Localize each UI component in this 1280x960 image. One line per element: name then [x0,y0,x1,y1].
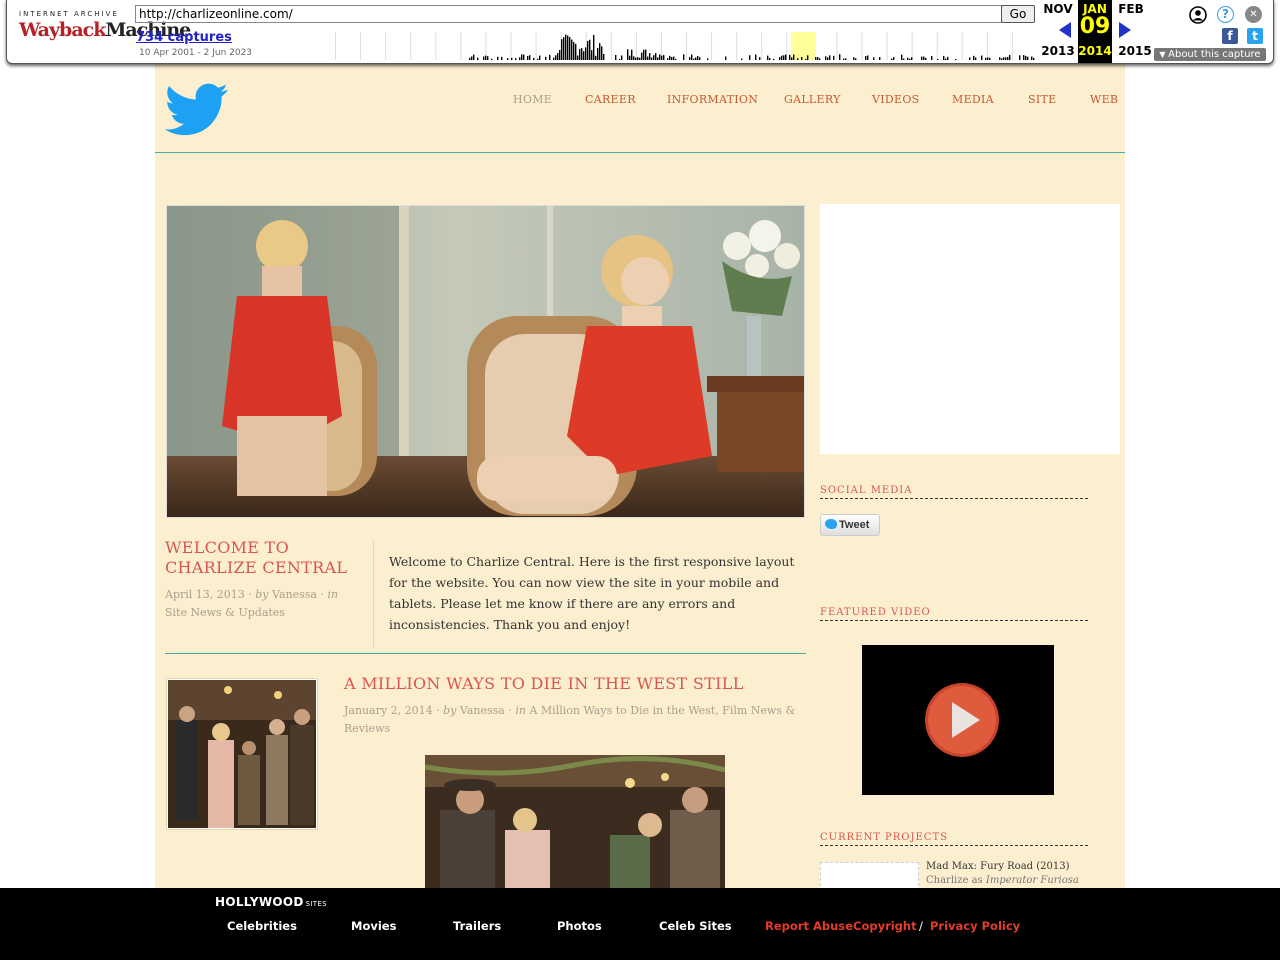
project-poster[interactable] [820,862,919,891]
wayback-capture-sparkline[interactable] [335,32,1037,60]
featured-post-body: Welcome to Charlize Central. Here is the… [389,554,795,632]
tweet-label: Tweet [839,519,870,531]
wayback-logo-wordmark: WaybackMachine [19,19,191,41]
site-page: HOME CAREER INFORMATION GALLERY VIDEOS M… [155,63,1125,891]
second-post-title[interactable]: A MILLION WAYS TO DIE IN THE WEST STILL [344,674,804,694]
nav-videos[interactable]: VIDEOS [872,93,920,106]
wayback-toolbar: INTERNET ARCHIVE WaybackMachine http://c… [6,0,1274,64]
project-role: Charlize as Imperator Furiosa [926,875,1079,886]
hero-photo[interactable] [166,205,805,518]
second-post-author[interactable]: Vanessa [460,704,505,717]
nav-site[interactable]: SITE [1028,93,1056,106]
post-column-divider [373,540,374,648]
wayback-captures-link[interactable]: 734 captures [136,30,232,45]
project-title[interactable]: Mad Max: Fury Road (2013) [926,861,1070,872]
wayback-next-year[interactable]: 2015 [1115,44,1155,58]
second-post-meta: January 2, 2014 · by Vanessa · in A Mill… [344,704,796,735]
wayback-prev-year[interactable]: 2013 [1038,44,1078,58]
current-projects-heading: CURRENT PROJECTS [820,832,1088,846]
post-thumbnail[interactable] [166,678,318,830]
footer-link-report-abuse[interactable]: Report Abuse [765,919,853,933]
wayback-url-input[interactable]: http://charlizeonline.com/ [135,5,1002,23]
post-divider [165,653,806,654]
close-icon[interactable]: ✕ [1245,6,1262,23]
nav-gallery[interactable]: GALLERY [784,93,841,106]
about-capture-label: About this capture [1168,49,1261,60]
featured-post-title[interactable]: WELCOME TO CHARLIZE CENTRAL [165,538,355,578]
chevron-down-icon: ▼ [1159,50,1169,59]
wayback-current-capture: JAN 09 2014 [1078,0,1112,63]
nav-home[interactable]: HOME [513,93,552,106]
footer-separator: / [919,919,923,933]
nav-career[interactable]: CAREER [585,93,636,106]
wayback-prev-month[interactable]: NOV [1038,2,1078,16]
tweet-button[interactable]: Tweet [820,514,880,536]
featured-post-meta: April 13, 2013 · by Vanessa · in Site Ne… [165,588,339,619]
about-capture-button[interactable]: ▼ About this capture [1154,48,1266,61]
wayback-logo[interactable]: INTERNET ARCHIVE WaybackMachine [19,10,191,50]
nav-web[interactable]: WEB [1090,93,1118,106]
play-icon[interactable] [924,682,1000,758]
footer-link-photos[interactable]: Photos [557,919,602,933]
second-post-date[interactable]: January 2, 2014 [344,704,433,717]
nav-information[interactable]: INFORMATION [667,93,758,106]
hollywood-sites-bar: HOLLYWOOD SITES Celebrities Movies Traile… [0,888,1280,960]
wayback-current-day: 09 [1079,14,1111,39]
footer-link-privacy[interactable]: Privacy Policy [930,919,1020,933]
wayback-go-button[interactable]: Go [1001,5,1035,23]
wayback-current-year: 2014 [1078,44,1112,58]
second-post-photo[interactable] [425,755,725,888]
twitter-share-icon[interactable]: t [1247,28,1263,44]
featured-post-category[interactable]: Site News & Updates [165,606,285,619]
wayback-logo-top: INTERNET ARCHIVE [19,10,119,18]
footer-link-trailers[interactable]: Trailers [453,919,501,933]
twitter-bird-logo-icon[interactable] [164,83,230,139]
featured-post-author[interactable]: Vanessa [272,588,317,601]
featured-video-heading: FEATURED VIDEO [820,607,1088,621]
wayback-date-span: 10 Apr 2001 - 2 Jun 2023 [139,48,253,58]
featured-post-date[interactable]: April 13, 2013 [165,588,245,601]
user-account-icon[interactable] [1189,6,1207,24]
footer-link-movies[interactable]: Movies [351,919,396,933]
header-divider [155,152,1125,153]
ad-slot[interactable] [820,204,1120,454]
prev-capture-arrow-icon[interactable] [1059,22,1071,38]
featured-video-player[interactable] [862,645,1054,795]
help-icon[interactable]: ? [1217,6,1234,23]
social-media-heading: SOCIAL MEDIA [820,485,1088,499]
wayback-next-month[interactable]: FEB [1111,2,1151,16]
hollywood-sites-logo[interactable]: HOLLYWOOD SITES [215,895,327,909]
facebook-share-icon[interactable]: f [1222,28,1238,44]
nav-media[interactable]: MEDIA [952,93,994,106]
next-capture-arrow-icon[interactable] [1119,22,1131,38]
footer-link-celebrities[interactable]: Celebrities [227,919,297,933]
footer-link-copyright[interactable]: Copyright [853,919,917,933]
tweet-bird-icon [825,519,837,529]
footer-link-celeb-sites[interactable]: Celeb Sites [659,919,732,933]
